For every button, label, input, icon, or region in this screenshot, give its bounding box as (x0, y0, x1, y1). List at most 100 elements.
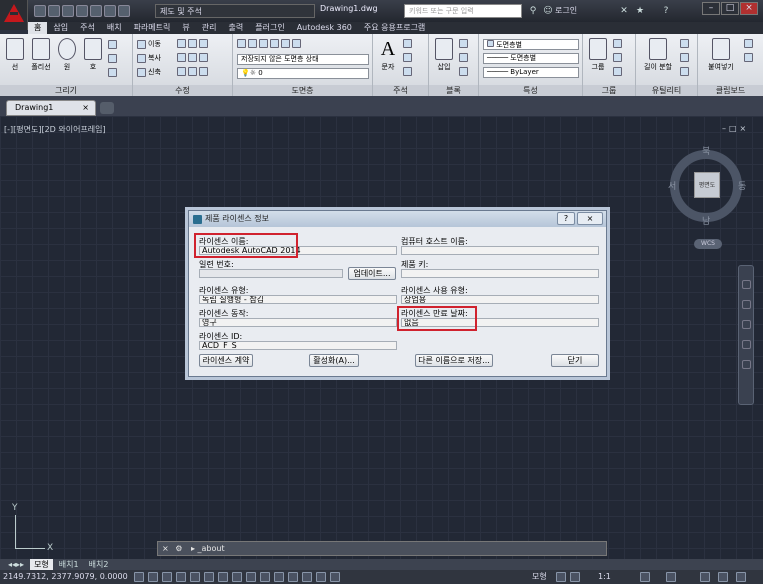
help-icon[interactable]: ? (660, 5, 672, 17)
tab-layout2[interactable]: 배치2 (85, 559, 113, 570)
close-window-button[interactable]: × (740, 2, 758, 15)
open-file-icon[interactable] (48, 5, 60, 17)
close-dialog-button[interactable]: 닫기 (551, 354, 599, 367)
minimize-button[interactable]: – (702, 2, 720, 15)
tab-autodesk-360[interactable]: Autodesk 360 (291, 22, 358, 34)
tab-featured-apps[interactable]: 주요 응용프로그램 (358, 22, 431, 34)
quick-calc-tool[interactable] (680, 39, 689, 48)
ellipse-tool[interactable] (108, 68, 117, 77)
block-panel-label[interactable]: 블록 (429, 85, 478, 96)
customize-icon[interactable]: ⚙ (175, 544, 182, 553)
modify-panel-label[interactable]: 수정 (133, 85, 232, 96)
dimension-tool[interactable] (403, 39, 412, 48)
mirror-tool[interactable] (177, 53, 208, 62)
insert-tool[interactable]: 삽입 (432, 38, 456, 72)
file-tab-drawing1[interactable]: Drawing1 × (6, 100, 96, 116)
user-icon[interactable]: ☺ (542, 5, 554, 17)
select-all-tool[interactable] (680, 53, 689, 62)
viewport-controls-label[interactable]: [-][평면도][2D 와이어프레임] (4, 124, 106, 135)
otrack-icon[interactable] (232, 572, 242, 582)
license-agreement-button[interactable]: 라이센스 계약 (199, 354, 253, 367)
paste-tool[interactable]: 붙여넣기 (704, 38, 738, 72)
measure-tool[interactable]: 길이 분할 (640, 38, 676, 72)
group-tool[interactable]: 그룹 (586, 38, 610, 72)
save-as-icon[interactable] (76, 5, 88, 17)
snap-icon[interactable] (148, 572, 158, 582)
tab-layout[interactable]: 배치 (101, 22, 128, 34)
ortho-icon[interactable] (176, 572, 186, 582)
compass-west[interactable]: 서 (668, 179, 676, 192)
maximize-button[interactable]: □ (721, 2, 739, 15)
table-tool[interactable] (403, 67, 412, 76)
color-combo[interactable]: 도면층별 (483, 39, 579, 50)
close-commandline-icon[interactable]: × (162, 544, 169, 553)
annotation-panel-label[interactable]: 주석 (373, 85, 428, 96)
attribute-tool[interactable] (459, 67, 468, 76)
utilities-panel-label[interactable]: 유틸리티 (636, 85, 697, 96)
tab-model[interactable]: 모형 (30, 559, 53, 570)
rotate-tool[interactable] (177, 39, 208, 48)
annotation-monitor-icon[interactable] (330, 572, 340, 582)
create-block-tool[interactable] (459, 39, 468, 48)
tab-plugins[interactable]: 플러그인 (249, 22, 290, 34)
draw-panel-label[interactable]: 그리기 (0, 85, 132, 96)
exchange-icon[interactable]: ✕ (618, 5, 630, 17)
move-tool[interactable]: 이동 (137, 39, 161, 49)
clipboard-panel-label[interactable]: 클립보드 (698, 85, 763, 96)
layer-properties-icon[interactable] (237, 39, 246, 48)
model-space-label[interactable]: 모형 (532, 570, 547, 584)
hardware-accel-icon[interactable] (700, 572, 710, 582)
binoculars-icon[interactable]: ⚲ (527, 5, 539, 17)
tab-parametric[interactable]: 파라메트릭 (128, 22, 177, 34)
groups-panel-label[interactable]: 그룹 (583, 85, 635, 96)
compass-south[interactable]: 남 (702, 214, 710, 227)
serial-field[interactable] (199, 269, 343, 278)
dialog-help-button[interactable]: ? (557, 212, 575, 225)
circle-tool[interactable]: 원 (55, 38, 79, 72)
point-id-tool[interactable] (680, 67, 689, 76)
annotation-visibility-icon[interactable] (640, 572, 650, 582)
osnap-icon[interactable] (204, 572, 214, 582)
workspace-combo[interactable]: 제도 및 주석 (155, 4, 315, 18)
update-button[interactable]: 업데이트... (348, 267, 396, 280)
plot-icon[interactable] (90, 5, 102, 17)
line-tool[interactable]: 선 (3, 38, 27, 72)
license-behavior-field[interactable]: 영구 (199, 318, 397, 327)
tab-manage[interactable]: 관리 (196, 22, 223, 34)
tab-home[interactable]: 홈 (28, 22, 48, 34)
product-key-field[interactable] (401, 269, 599, 278)
copy-tool[interactable]: 복사 (137, 53, 161, 63)
search-input[interactable]: 키워드 또는 구문 입력 (404, 4, 522, 18)
quick-properties-icon[interactable] (302, 572, 312, 582)
license-usage-field[interactable]: 상업용 (401, 295, 599, 304)
selection-cycling-icon[interactable] (316, 572, 326, 582)
properties-panel-label[interactable]: 특성 (479, 85, 582, 96)
polyline-tool[interactable]: 폴리선 (29, 38, 53, 72)
layout-nav-icon[interactable]: ◂◂▸▸ (4, 559, 28, 570)
arc-tool[interactable]: 호 (81, 38, 105, 72)
layer-isolate-icon[interactable] (259, 39, 268, 48)
scale-tool[interactable] (177, 67, 208, 76)
3d-osnap-icon[interactable] (218, 572, 228, 582)
cut-tool[interactable] (744, 39, 753, 48)
polar-icon[interactable] (190, 572, 200, 582)
dialog-title[interactable]: 제품 라이센스 정보 (189, 211, 606, 227)
quick-view-layouts-icon[interactable] (556, 572, 566, 582)
computer-host-field[interactable] (401, 246, 599, 255)
layers-panel-label[interactable]: 도면층 (233, 85, 372, 96)
isolate-objects-icon[interactable] (718, 572, 728, 582)
hatch-tool[interactable] (108, 54, 117, 63)
lineweight-icon[interactable] (274, 572, 284, 582)
group-select-tool[interactable] (613, 67, 622, 76)
license-id-field[interactable]: ACD_F_S (199, 341, 397, 350)
undo-icon[interactable] (104, 5, 116, 17)
pan-icon[interactable] (742, 300, 751, 309)
star-icon[interactable]: ★ (634, 5, 646, 17)
save-as-button[interactable]: 다른 이름으로 저장... (415, 354, 493, 367)
linetype-combo[interactable]: ───── 도면층별 (483, 53, 579, 64)
redo-icon[interactable] (118, 5, 130, 17)
close-tab-icon[interactable]: × (82, 101, 89, 115)
layer-combo[interactable]: 💡☼ 0 (237, 68, 369, 79)
coordinates-readout[interactable]: 2149.7312, 2377.9079, 0.0000 (3, 570, 128, 584)
group-edit-tool[interactable] (613, 53, 622, 62)
